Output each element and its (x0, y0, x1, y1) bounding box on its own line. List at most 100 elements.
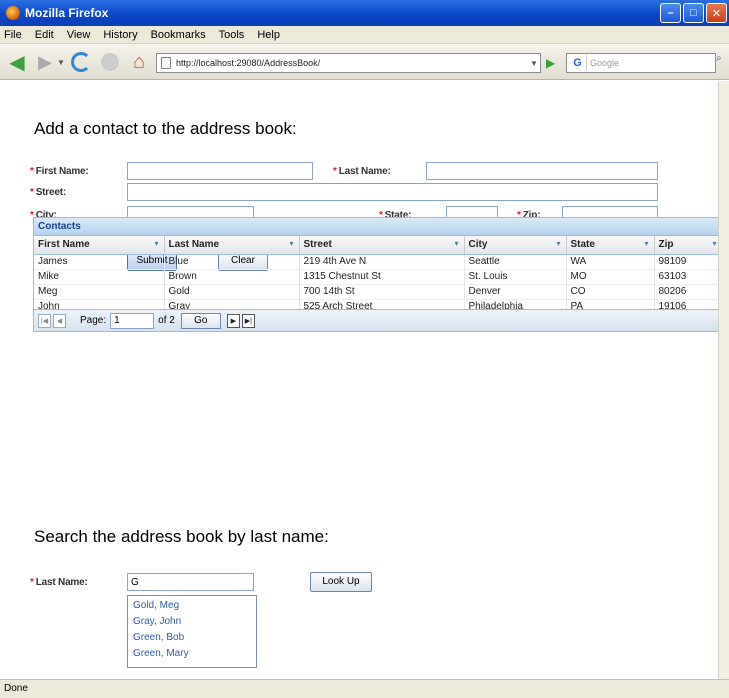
menu-tools[interactable]: Tools (219, 29, 245, 41)
menu-view[interactable]: View (67, 29, 91, 41)
window-controls: – □ ✕ (660, 3, 727, 23)
table-cell: Brown (164, 269, 300, 285)
column-header[interactable]: First Name ▾ (34, 236, 165, 255)
minimize-button[interactable]: – (660, 3, 681, 23)
history-dropdown-icon[interactable]: ▼ (56, 50, 66, 74)
go-arrow-icon[interactable]: ▶ (546, 53, 560, 73)
search-engine-icon[interactable]: G (569, 55, 587, 71)
table-cell: 1315 Chestnut St (299, 269, 465, 285)
column-header[interactable]: Street ▾ (299, 236, 465, 255)
column-header-label: Zip (658, 239, 674, 251)
table-header-row: First Name ▾ Last Name ▾ Street ▾ City ▾ State ▾ Z… (34, 236, 723, 255)
url-text: http://localhost:29080/AddressBook/ (176, 58, 321, 68)
table-cell: WA (566, 254, 655, 270)
maximize-button[interactable]: □ (683, 3, 704, 23)
table-cell: 63103 (654, 269, 723, 285)
home-icon[interactable]: ⌂ (126, 50, 152, 74)
last-page-icon[interactable]: ▶| (241, 313, 255, 328)
table-cell: Denver (464, 284, 567, 300)
table-cell: 219 4th Ave N (299, 254, 465, 270)
search-bar[interactable]: G Google (566, 53, 716, 73)
first-name-label: * First Name: (30, 166, 89, 177)
page-label: Page: (80, 315, 107, 326)
table-row[interactable]: Mike Brown 1315 Chestnut St St. Louis MO 6310… (34, 269, 723, 285)
menu-bookmarks[interactable]: Bookmarks (151, 29, 206, 41)
column-header-label: City (468, 239, 488, 251)
sort-icon[interactable]: ▾ (454, 239, 458, 248)
suggestion-item[interactable]: Green, Mary (128, 646, 256, 662)
search-last-name-label: * Last Name: (30, 577, 88, 588)
sort-icon[interactable]: ▾ (556, 239, 560, 248)
column-header-label: First Name (38, 239, 90, 251)
search-last-name-field[interactable] (127, 573, 254, 591)
url-bar[interactable]: http://localhost:29080/AddressBook/ (156, 53, 541, 73)
navigation-toolbar: ◀ ▶ ▼ ⌂ http://localhost:29080/AddressBo… (0, 44, 729, 80)
menu-file[interactable]: File (4, 29, 22, 41)
contacts-grid: Contacts First Name ▾ Last Name ▾ Street ▾ Cit… (33, 217, 723, 332)
column-header-label: Street (303, 239, 332, 251)
table-cell: Mike (34, 269, 165, 285)
search-placeholder: Google (590, 58, 620, 68)
last-name-field[interactable] (426, 162, 658, 180)
search-heading: Search the address book by last name: (34, 527, 329, 546)
table-cell: St. Louis (464, 269, 567, 285)
vertical-scrollbar[interactable] (718, 81, 729, 679)
table-cell: 80206 (654, 284, 723, 300)
menu-help[interactable]: Help (257, 29, 280, 41)
table-cell: James (34, 254, 165, 270)
back-arrow-icon[interactable]: ◀ (4, 50, 30, 74)
street-field[interactable] (127, 183, 658, 201)
street-label: * Street: (30, 187, 66, 198)
url-dropdown-icon[interactable]: ▼ (527, 53, 541, 73)
suggestion-item[interactable]: Gray, John (128, 614, 256, 630)
go-button[interactable]: Go (180, 312, 221, 329)
firefox-icon (6, 6, 20, 20)
stop-icon[interactable] (98, 50, 122, 74)
column-header[interactable]: City ▾ (464, 236, 567, 255)
column-header[interactable]: Last Name ▾ (164, 236, 300, 255)
page-number-field[interactable]: 1 (110, 312, 155, 329)
search-magnifier-icon[interactable]: ⌕ (716, 53, 729, 73)
suggestion-item[interactable]: Gold, Meg (128, 598, 256, 614)
table-cell: MO (566, 269, 655, 285)
table-row[interactable]: Meg Gold 700 14th St Denver CO 80206 (34, 284, 723, 300)
table-cell: 98109 (654, 254, 723, 270)
contacts-grid-title: Contacts (34, 218, 720, 236)
menu-bar: File Edit View History Bookmarks Tools H… (0, 26, 729, 44)
last-name-label: * Last Name: (333, 166, 391, 177)
forward-arrow-icon[interactable]: ▶ (34, 50, 56, 74)
table-cell: Meg (34, 284, 165, 300)
prev-page-icon[interactable]: ◀ (53, 313, 66, 328)
reload-icon[interactable] (68, 50, 94, 74)
first-name-field[interactable] (127, 162, 313, 180)
column-header[interactable]: State ▾ (566, 236, 655, 255)
window-title: Mozilla Firefox (25, 6, 109, 20)
menu-edit[interactable]: Edit (35, 29, 54, 41)
sort-icon[interactable]: ▾ (712, 239, 716, 248)
column-header-label: Last Name (168, 239, 220, 251)
window-title-bar: Mozilla Firefox – □ ✕ (0, 0, 729, 26)
look-up-button[interactable]: Look Up (310, 572, 372, 592)
column-header[interactable]: Zip ▾ (654, 236, 723, 255)
table-row[interactable]: James Blue 219 4th Ave N Seattle WA 98109 (34, 254, 723, 270)
first-page-icon[interactable]: |◀ (38, 313, 51, 328)
add-contact-heading: Add a contact to the address book: (34, 119, 297, 138)
sort-icon[interactable]: ▾ (289, 239, 293, 248)
menu-history[interactable]: History (103, 29, 137, 41)
autocomplete-popup: Gold, Meg Gray, John Green, Bob Green, M… (127, 595, 257, 668)
page-icon (161, 57, 171, 69)
grid-pager: |◀ ◀ Page: 1 of 2 Go ▶ ▶| (34, 309, 720, 331)
table-cell: Seattle (464, 254, 567, 270)
table-cell: Blue (164, 254, 300, 270)
page-content: Add a contact to the address book: * Firs… (0, 81, 723, 679)
status-text: Done (4, 683, 28, 694)
table-cell: 700 14th St (299, 284, 465, 300)
sort-icon[interactable]: ▾ (154, 239, 158, 248)
sort-icon[interactable]: ▾ (644, 239, 648, 248)
close-button[interactable]: ✕ (706, 3, 727, 23)
suggestion-item[interactable]: Green, Bob (128, 630, 256, 646)
next-page-icon[interactable]: ▶ (226, 313, 240, 328)
column-header-label: State (570, 239, 595, 251)
table-cell: Gold (164, 284, 300, 300)
table-cell: CO (566, 284, 655, 300)
